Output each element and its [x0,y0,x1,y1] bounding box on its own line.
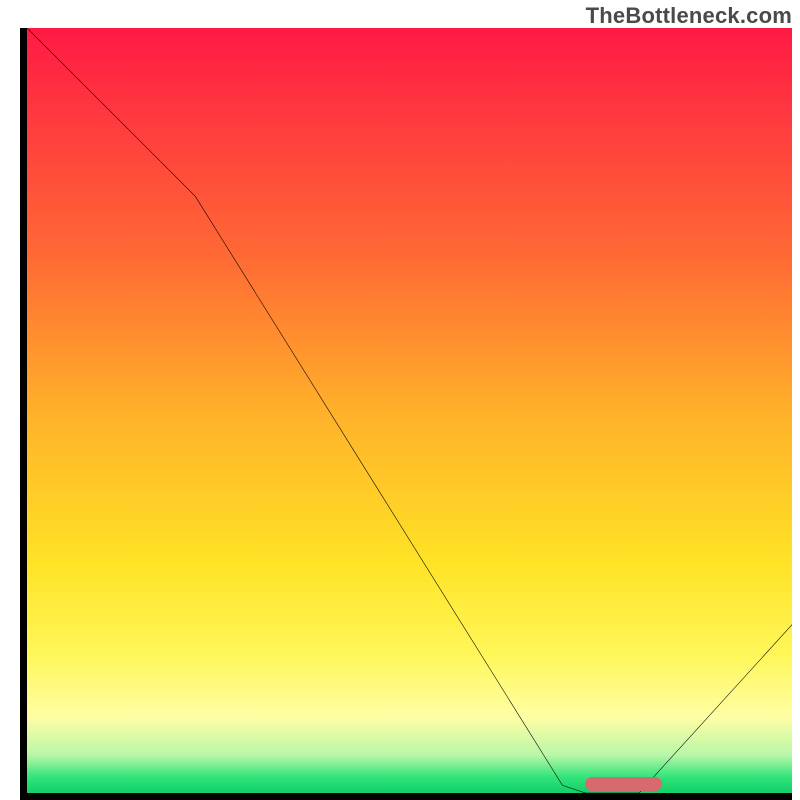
chart-frame: TheBottleneck.com [0,0,800,800]
bottleneck-curve [27,28,792,793]
plot-area [20,28,792,800]
attribution-text: TheBottleneck.com [586,3,792,29]
optimal-range-marker [585,777,662,791]
